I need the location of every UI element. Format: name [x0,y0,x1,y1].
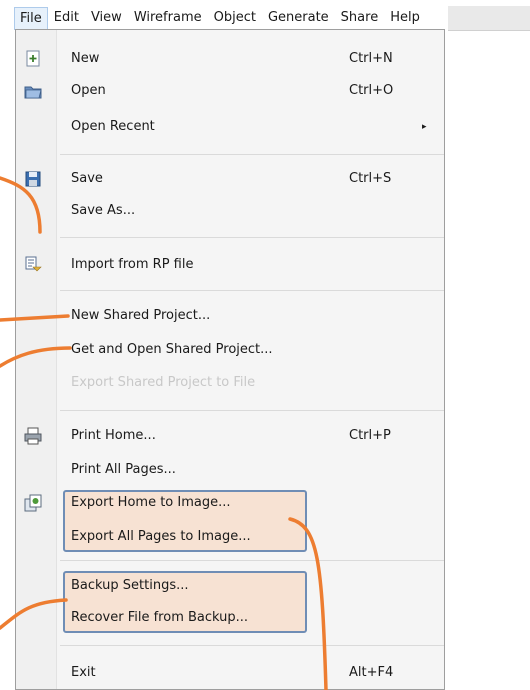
menu-item-backup-settings[interactable]: Backup Settings... [16,575,444,597]
menu-item-label: Export All Pages to Image... [71,529,251,544]
shortcut-label: Ctrl+O [349,83,394,98]
open-folder-icon [23,81,43,101]
menu-item-label: Import from RP file [71,257,194,272]
menu-bar-items: File Edit View Wireframe Object Generate… [14,6,426,30]
menu-item-label: Export Shared Project to File [71,375,256,390]
menu-wireframe[interactable]: Wireframe [128,7,208,29]
menu-item-save[interactable]: Save Ctrl+S [16,168,444,190]
menu-item-label: Exit [71,665,96,680]
menu-separator [60,154,444,155]
menu-bar: File Edit View Wireframe Object Generate… [0,0,530,31]
file-menu-dropdown: New Ctrl+N Open Ctrl+O Open Recent ▸ Sav… [15,29,445,690]
menu-item-export-all-pages-image[interactable]: Export All Pages to Image... [16,526,444,548]
menu-separator [60,410,444,411]
menu-item-exit[interactable]: Exit Alt+F4 [16,662,444,684]
menu-item-save-as[interactable]: Save As... [16,200,444,222]
menu-object[interactable]: Object [208,7,262,29]
menu-item-open[interactable]: Open Ctrl+O [16,80,444,102]
new-file-icon [23,49,43,69]
menu-generate[interactable]: Generate [262,7,335,29]
menu-separator [60,237,444,238]
menu-separator [60,560,444,561]
save-disk-icon [23,169,43,189]
shortcut-label: Ctrl+S [349,171,392,186]
menu-item-new-shared-project[interactable]: New Shared Project... [16,305,444,327]
shortcut-label: Ctrl+P [349,428,391,443]
menu-item-open-recent[interactable]: Open Recent ▸ [16,116,444,138]
shortcut-label: Ctrl+N [349,51,393,66]
menu-item-export-home-image[interactable]: Export Home to Image... [16,492,444,514]
menu-item-export-shared-project: Export Shared Project to File [16,372,444,394]
menu-item-label: New [71,51,100,66]
shortcut-label: Alt+F4 [349,665,394,680]
menu-file[interactable]: File [14,6,48,30]
menu-item-new[interactable]: New Ctrl+N [16,48,444,70]
menu-item-label: Print Home... [71,428,156,443]
menu-item-label: Open Recent [71,119,155,134]
menu-item-label: New Shared Project... [71,308,211,323]
menu-item-recover-from-backup[interactable]: Recover File from Backup... [16,607,444,629]
menu-view[interactable]: View [85,7,128,29]
menu-separator [60,290,444,291]
menu-item-import-rp[interactable]: Import from RP file [16,254,444,276]
menu-item-label: Save [71,171,103,186]
menu-item-label: Save As... [71,203,136,218]
menu-item-print-all-pages[interactable]: Print All Pages... [16,459,444,481]
menu-help[interactable]: Help [384,7,426,29]
menu-item-print-home[interactable]: Print Home... Ctrl+P [16,425,444,447]
import-icon [23,255,43,275]
export-image-icon [23,493,43,513]
menu-edit[interactable]: Edit [48,7,85,29]
menu-item-label: Backup Settings... [71,578,189,593]
menu-share[interactable]: Share [335,7,385,29]
menu-item-get-open-shared-project[interactable]: Get and Open Shared Project... [16,339,444,361]
menu-item-label: Open [71,83,106,98]
menu-separator [60,645,444,646]
menu-item-label: Recover File from Backup... [71,610,249,625]
menu-item-label: Print All Pages... [71,462,176,477]
submenu-arrow-icon: ▸ [422,122,427,132]
menu-item-label: Get and Open Shared Project... [71,342,273,357]
toolbar-strip [448,6,530,31]
printer-icon [23,426,43,446]
menu-item-label: Export Home to Image... [71,495,231,510]
